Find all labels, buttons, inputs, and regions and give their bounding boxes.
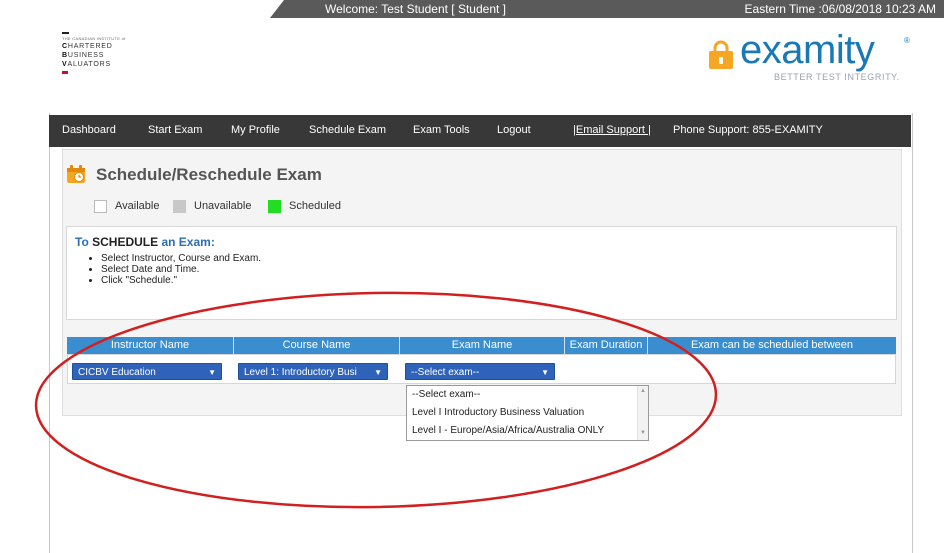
col-exam-name: Exam Name <box>400 337 565 354</box>
main-nav: Dashboard Start Exam My Profile Schedule… <box>49 115 911 147</box>
chevron-down-icon: ▼ <box>541 368 549 377</box>
dropdown-option[interactable]: Level I Introductory Business Valuation <box>412 407 584 418</box>
schedule-table-header: Instructor Name Course Name Exam Name Ex… <box>67 337 896 354</box>
instruction-step: Select Instructor, Course and Exam. <box>101 253 261 264</box>
padlock-icon <box>709 40 733 69</box>
available-swatch <box>94 200 107 213</box>
instruction-step: Select Date and Time. <box>101 264 261 275</box>
nav-my-profile[interactable]: My Profile <box>231 124 280 136</box>
welcome-text: Welcome: Test Student [ Student ] <box>325 2 506 16</box>
eastern-time: Eastern Time :06/08/2018 10:23 AM <box>744 2 936 16</box>
dropdown-option[interactable]: Level I - Europe/Asia/Africa/Australia O… <box>412 425 604 436</box>
instructor-select[interactable]: CICBV Education ▼ <box>72 363 222 380</box>
scheduled-swatch <box>268 200 281 213</box>
calendar-icon <box>67 165 85 183</box>
examity-logo: examity ® BETTER TEST INTEGRITY. <box>704 28 914 88</box>
col-exam-duration: Exam Duration <box>565 337 648 354</box>
scroll-down-icon[interactable]: ▼ <box>640 430 646 436</box>
col-course-name: Course Name <box>234 337 400 354</box>
unavailable-swatch <box>173 200 186 213</box>
nav-phone-support: Phone Support: 855-EXAMITY <box>673 124 823 136</box>
page-title: Schedule/Reschedule Exam <box>96 165 322 184</box>
nav-logout[interactable]: Logout <box>497 124 531 136</box>
nav-exam-tools[interactable]: Exam Tools <box>413 124 470 136</box>
exam-dropdown-list[interactable]: --Select exam-- Level I Introductory Bus… <box>406 385 649 441</box>
col-instructor-name: Instructor Name <box>67 337 234 354</box>
chevron-down-icon: ▼ <box>374 368 382 377</box>
scroll-up-icon[interactable]: ▲ <box>640 388 646 394</box>
dropdown-option[interactable]: --Select exam-- <box>412 389 480 400</box>
chevron-down-icon: ▼ <box>208 368 216 377</box>
welcome-bar: Welcome: Test Student [ Student ] Easter… <box>270 0 944 18</box>
examity-tagline: BETTER TEST INTEGRITY. <box>774 72 900 82</box>
nav-start-exam[interactable]: Start Exam <box>148 124 202 136</box>
cbv-logo-small-text: THE CANADIAN INSTITUTE of <box>62 36 126 41</box>
examity-wordmark: examity <box>740 28 875 72</box>
exam-select[interactable]: --Select exam-- ▼ <box>405 363 555 380</box>
instruction-step: Click "Schedule." <box>101 275 261 286</box>
cbv-logo: THE CANADIAN INSTITUTE of CHARTERED BUSI… <box>62 32 142 74</box>
nav-dashboard[interactable]: Dashboard <box>62 124 116 136</box>
instructions-box: To SCHEDULE an Exam: Select Instructor, … <box>66 226 897 320</box>
col-schedule-window: Exam can be scheduled between <box>690 339 854 351</box>
instructions-list: Select Instructor, Course and Exam. Sele… <box>87 253 261 286</box>
nav-schedule-exam[interactable]: Schedule Exam <box>309 124 386 136</box>
instructions-heading: To SCHEDULE an Exam: <box>75 235 215 249</box>
dropdown-scrollbar[interactable]: ▲ ▼ <box>637 386 648 440</box>
nav-email-support[interactable]: |Email Support | <box>573 124 651 136</box>
course-select[interactable]: Level 1: Introductory Busi ▼ <box>238 363 388 380</box>
